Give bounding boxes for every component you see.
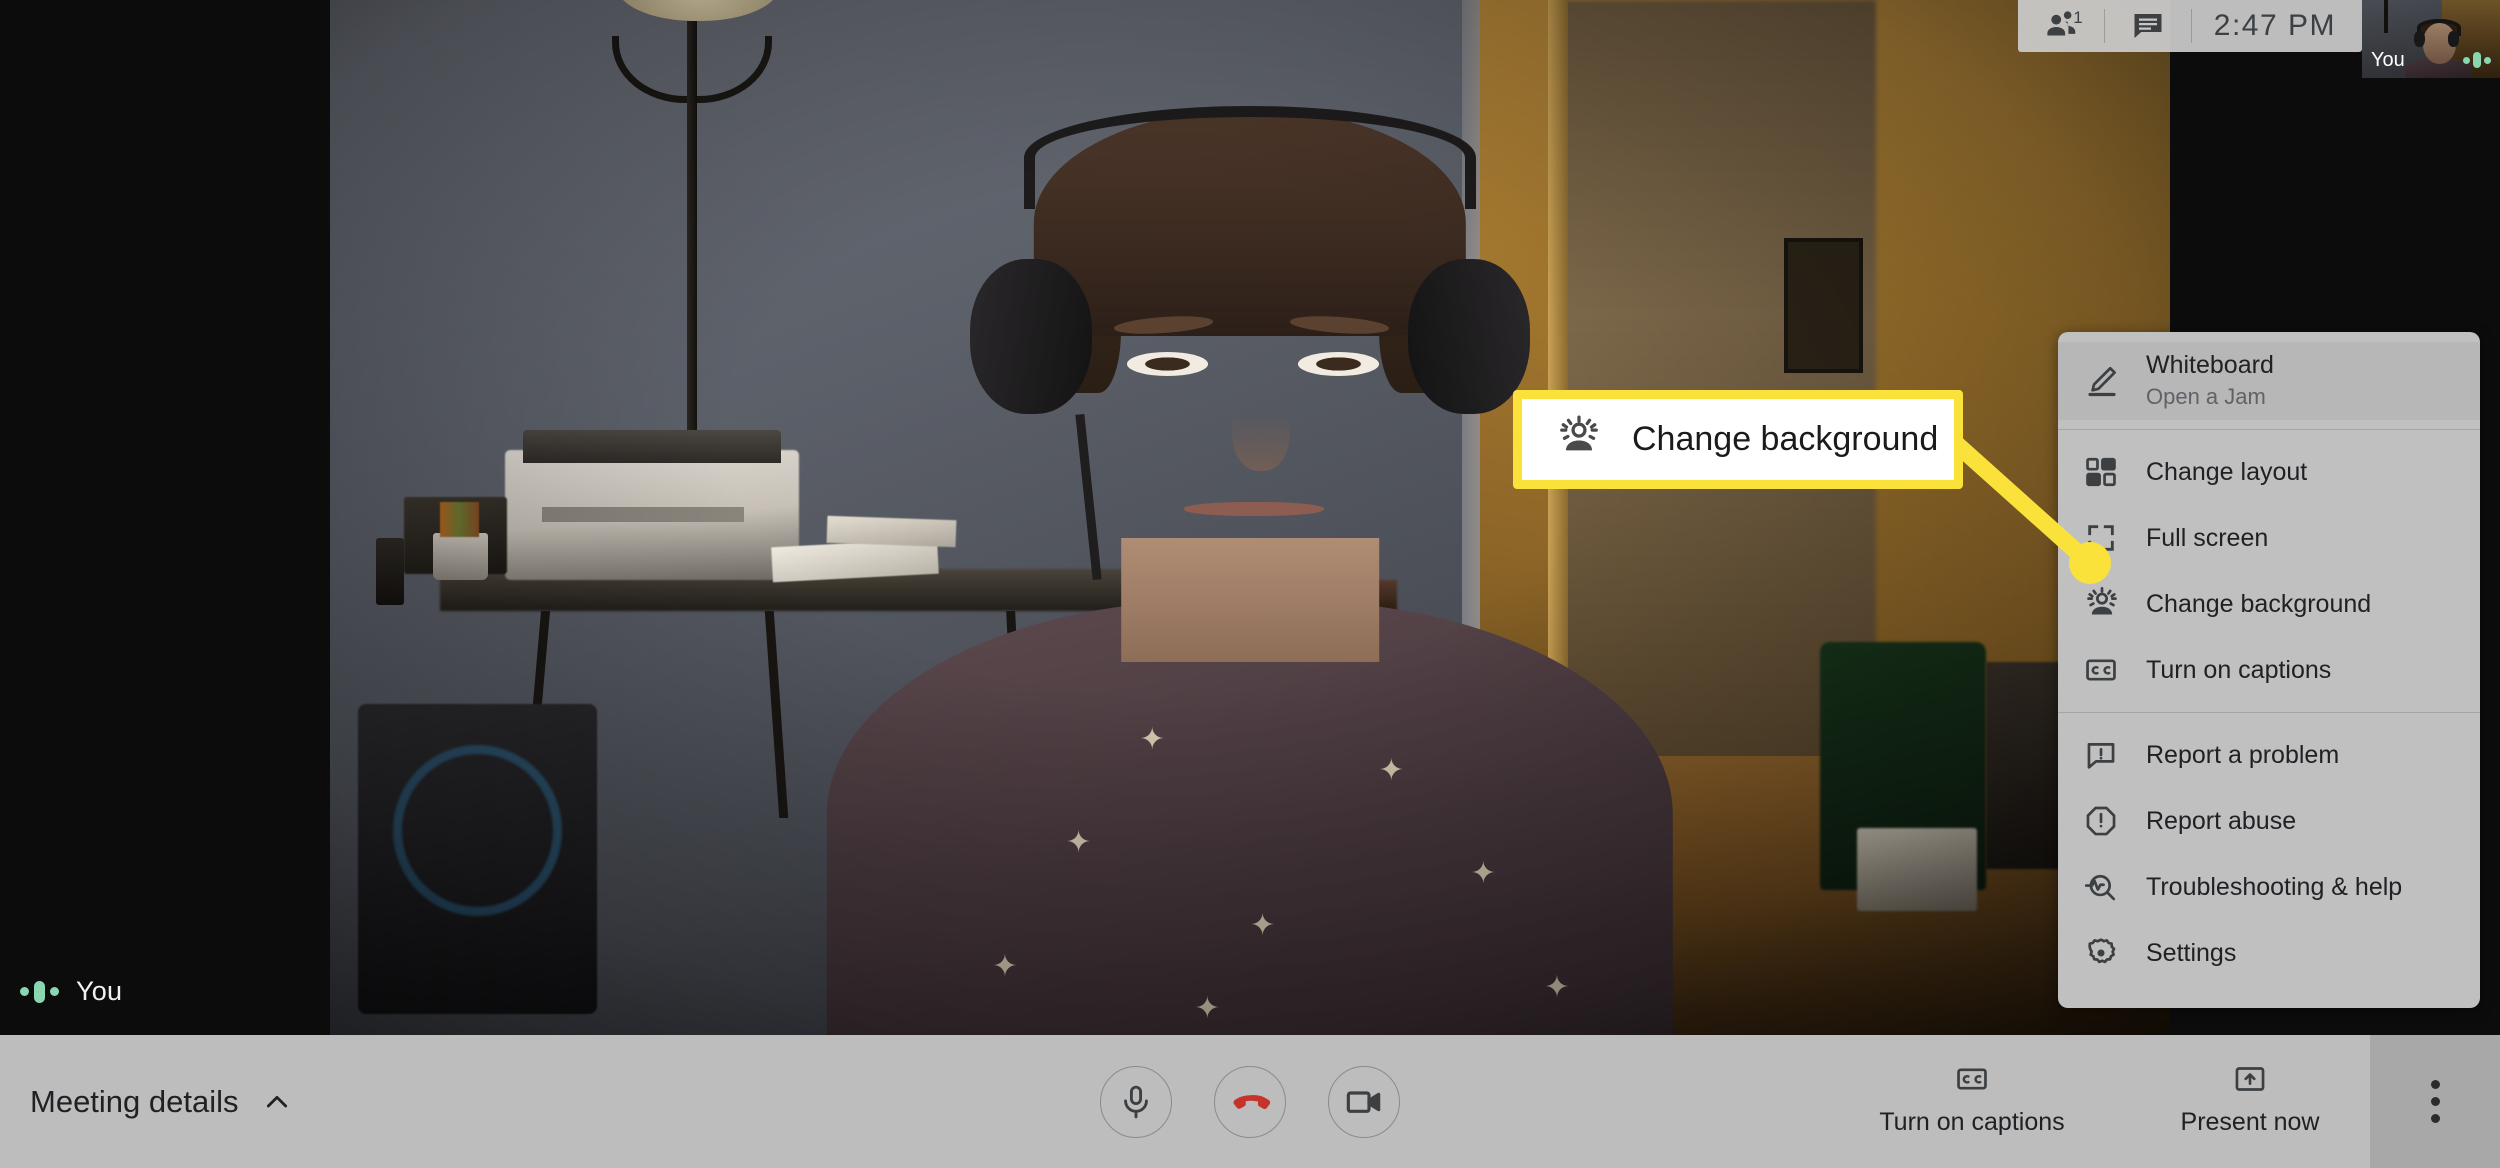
microphone-icon [1124, 1085, 1148, 1118]
menu-divider [2058, 712, 2480, 713]
captions-label: Turn on captions [1879, 1108, 2065, 1136]
meeting-bottom-toolbar: Meeting details Turn on captions Present… [0, 1035, 2500, 1168]
chat-button[interactable] [2105, 0, 2191, 52]
present-now-button[interactable]: Present now [2130, 1062, 2370, 1141]
meeting-details-button[interactable]: Meeting details [30, 1084, 293, 1120]
more-options-button[interactable] [2370, 1035, 2500, 1168]
microphone-button[interactable] [1100, 1065, 1172, 1138]
more-vertical-icon [2430, 1080, 2440, 1123]
meeting-header-bar: 1 2:47 PM [2017, 0, 2362, 52]
menu-item-report-a-problem[interactable]: Report a problem [2058, 722, 2480, 788]
meeting-details-label: Meeting details [30, 1083, 239, 1119]
self-view-thumbnail[interactable]: You [2362, 0, 2500, 78]
troubleshooting-icon [2084, 870, 2136, 904]
closed-caption-icon [1957, 1068, 1987, 1090]
present-label: Present now [2180, 1108, 2320, 1136]
change-background-icon [1556, 414, 1602, 465]
report-abuse-icon [2084, 804, 2136, 838]
participant-name-label: You [76, 976, 123, 1006]
main-video-feed[interactable]: ✦ ✦ ✦ ✦ ✦ ✦ ✦ ✦ [330, 0, 2170, 1035]
menu-item-troubleshooting-help[interactable]: Troubleshooting & help [2058, 854, 2480, 920]
present-screen-icon [2235, 1067, 2265, 1091]
callout-connector-line [1943, 431, 2111, 584]
self-view-audio-level-icon [2463, 52, 2491, 68]
video-vignette [330, 0, 2170, 1035]
end-call-icon [1233, 1094, 1271, 1109]
menu-item-subtitle: Open a Jam [2146, 383, 2266, 409]
menu-item-settings[interactable]: Settings [2058, 920, 2480, 986]
report-problem-icon [2084, 738, 2136, 772]
call-controls [1100, 1065, 1400, 1138]
pencil-icon [2084, 363, 2136, 399]
participant-name-badge: You [20, 976, 122, 1007]
turn-on-captions-button[interactable]: Turn on captions [1852, 1062, 2092, 1141]
menu-item-report-abuse[interactable]: Report abuse [2058, 788, 2480, 854]
participants-count-badge: 1 [2073, 8, 2083, 27]
menu-item-label: Troubleshooting & help [2146, 872, 2403, 901]
callout-target-dot [2069, 542, 2111, 584]
camera-button[interactable] [1328, 1065, 1400, 1138]
menu-item-label: Turn on captions [2146, 655, 2332, 684]
audio-level-icon [20, 980, 59, 1003]
menu-item-label: Report a problem [2146, 740, 2340, 769]
closed-caption-icon [2084, 653, 2136, 687]
secondary-controls: Turn on captions Present now [1852, 1062, 2370, 1141]
meeting-clock: 2:47 PM [2213, 9, 2336, 42]
show-everyone-button[interactable]: 1 [2018, 0, 2104, 52]
chat-icon [2134, 14, 2162, 38]
menu-item-label: Whiteboard [2146, 350, 2274, 379]
google-meet-window: ✦ ✦ ✦ ✦ ✦ ✦ ✦ ✦ [0, 0, 2500, 1168]
end-call-button[interactable] [1214, 1065, 1286, 1138]
chevron-up-icon [266, 1095, 287, 1107]
video-camera-icon [1346, 1090, 1381, 1113]
menu-item-label: Settings [2146, 938, 2237, 967]
gear-icon [2084, 936, 2136, 970]
menu-item-turn-on-captions[interactable]: Turn on captions [2058, 637, 2480, 703]
self-view-label: You [2371, 49, 2405, 71]
menu-item-whiteboard[interactable]: Whiteboard Open a Jam [2058, 342, 2480, 420]
change-background-callout: Change background [1513, 390, 1963, 489]
callout-text: Change background [1632, 420, 1939, 458]
menu-item-label: Report abuse [2146, 806, 2297, 835]
